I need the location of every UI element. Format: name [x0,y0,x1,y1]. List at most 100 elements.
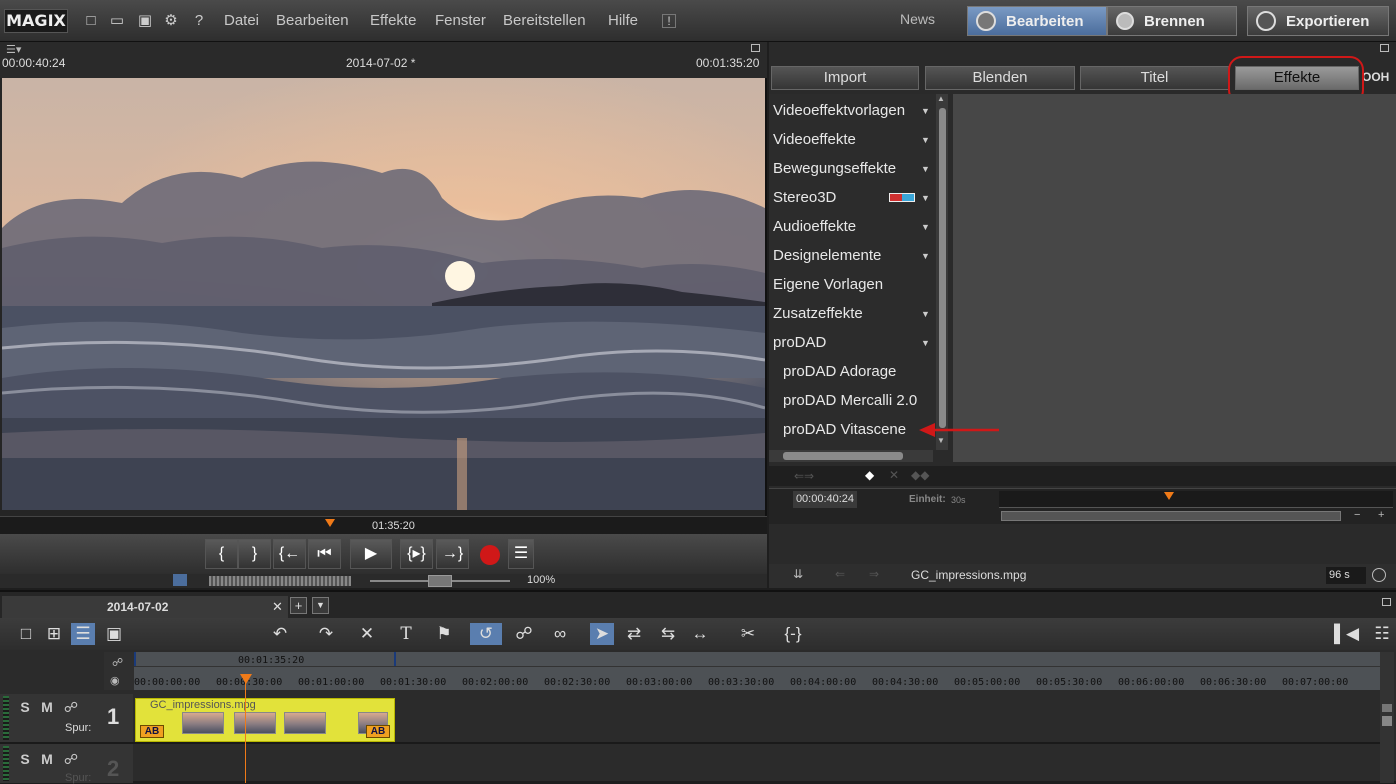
expand-icon[interactable]: ▼ [921,222,930,232]
keyframe-playhead[interactable] [1164,492,1174,500]
video-frame[interactable] [2,78,765,510]
cut-tool-icon[interactable]: ✂ [736,623,760,645]
timeline-view-icon[interactable]: ☰ [71,623,95,645]
item-prodad-adorage[interactable]: proDAD Adorage [783,363,896,380]
title-icon[interactable]: T [394,623,418,645]
more-tabs-icon[interactable]: OOH [1362,70,1389,84]
play-button[interactable]: ▶ [350,539,392,569]
multicam-view-icon[interactable]: ▣ [102,623,126,645]
play-range-button[interactable]: {▸} [400,539,433,569]
delete-keyframe-icon[interactable]: ✕ [889,468,899,482]
next-marker-button[interactable]: →} [436,539,469,569]
prev-keyframe-icon[interactable]: ⇐⇒ [794,469,814,483]
vscroll-thumb[interactable] [1382,716,1392,726]
category-eigene-vorlagen[interactable]: Eigene Vorlagen [773,276,883,293]
help-cursor-icon[interactable]: ? [190,11,208,31]
prev-marker-button[interactable]: {← [273,539,306,569]
pointer-tool-icon[interactable]: ➤ [590,623,614,645]
info-icon[interactable]: ! [662,14,676,28]
keyframe-scrollbar[interactable] [1001,511,1341,521]
solo-button[interactable]: S [16,750,34,768]
marker-icon[interactable]: ⚑ [432,623,456,645]
project-tab[interactable]: 2014-07-02 ✕ [2,596,288,618]
list-scrollbar-thumb[interactable] [939,108,946,428]
mode-burn-button[interactable]: Brennen [1107,6,1237,36]
list-hscrollbar[interactable] [769,450,933,462]
tab-titel[interactable]: Titel [1080,66,1229,90]
zoom-in-icon[interactable]: + [1378,509,1384,521]
maximize-icon[interactable] [1380,44,1389,52]
nav-back-icon[interactable]: ⇐ [835,567,845,581]
add-tab-button[interactable]: + [290,597,307,614]
stretch-tool-icon[interactable]: ↔ [688,623,712,645]
loop-icon[interactable]: ↺ [470,623,502,645]
save-icon[interactable]: ▣ [136,11,154,31]
news-link[interactable]: News [900,11,935,27]
scroll-up-icon[interactable] [1382,704,1392,712]
category-stereo3d[interactable]: Stereo3D [773,189,836,206]
preview-scrubber[interactable]: 01:35:20 [0,516,767,534]
audio-mute-icon[interactable]: ▌◀ [1334,623,1359,645]
add-keyframe-icon[interactable]: ◆ [865,468,874,482]
expand-icon[interactable]: ▼ [921,135,930,145]
keyframe-nav-icon[interactable]: ◆◆ [911,468,929,482]
nav-forward-icon[interactable]: ⇒ [869,567,879,581]
new-file-icon[interactable]: □ [82,11,100,31]
expand-icon[interactable]: ▼ [921,106,930,116]
keyframe-ruler[interactable] [999,491,1393,508]
hscroll-thumb[interactable] [783,452,903,460]
expand-icon[interactable]: ▼ [921,164,930,174]
maximize-icon[interactable] [1382,598,1391,606]
mode-export-button[interactable]: Exportieren [1247,6,1389,36]
clock-icon[interactable] [1372,568,1386,582]
redo-icon[interactable]: ↷ [314,623,338,645]
collapse-icon[interactable]: ▼ [921,338,930,348]
category-videoeffektvorlagen[interactable]: Videoeffektvorlagen [773,102,905,119]
effect-preview-area[interactable] [953,94,1396,462]
panel-menu-icon[interactable]: ☰▾ [6,43,21,56]
timeline-ruler[interactable]: 00:01:35:20 00:00:00:00 00:00:30:00 00:0… [134,652,1380,690]
go-start-button[interactable]: ⏮ [308,539,341,569]
menu-effekte[interactable]: Effekte [370,12,416,29]
open-folder-icon[interactable]: ▭ [108,11,126,31]
link-icon[interactable]: ☍ [512,623,536,645]
jog-wheel[interactable] [209,576,351,586]
expand-icon[interactable]: ▼ [921,251,930,261]
menu-fenster[interactable]: Fenster [435,12,486,29]
expand-icon[interactable]: ▼ [921,193,930,203]
category-designelemente[interactable]: Designelemente [773,247,881,264]
scroll-up-icon[interactable]: ▲ [937,94,945,103]
tab-blenden[interactable]: Blenden [925,66,1075,90]
category-prodad[interactable]: proDAD [773,334,826,351]
transition-out-badge[interactable]: AB [366,725,390,738]
maximize-icon[interactable] [751,44,760,52]
menu-bearbeiten[interactable]: Bearbeiten [276,12,349,29]
category-audioeffekte[interactable]: Audioeffekte [773,218,856,235]
flash-icon[interactable] [173,574,187,586]
menu-datei[interactable]: Datei [224,12,259,29]
category-bewegungseffekte[interactable]: Bewegungseffekte [773,160,896,177]
timeline-playhead-marker[interactable] [240,674,252,684]
ripple-all-tool-icon[interactable]: ⇆ [656,623,680,645]
mixer-icon[interactable]: ☷ [1370,623,1394,645]
timeline-vscrollbar[interactable] [1380,652,1394,783]
mode-edit-button[interactable]: Bearbeiten [967,6,1107,36]
close-tab-icon[interactable]: ✕ [272,599,283,615]
menu-list-button[interactable]: ☰ [508,539,534,569]
menu-bereitstellen[interactable]: Bereitstellen [503,12,586,29]
expand-icon[interactable]: ▼ [921,309,930,319]
mute-button[interactable]: M [38,750,56,768]
undo-icon[interactable]: ↶ [268,623,292,645]
zoom-level[interactable]: 100% [527,574,555,586]
unlock-icon[interactable]: ☍ [112,656,123,669]
set-in-point-button[interactable]: { [205,539,238,569]
set-out-point-button[interactable]: } [238,539,271,569]
duration-field[interactable]: 96 s [1326,567,1366,584]
item-prodad-vitascene[interactable]: proDAD Vitascene [783,421,906,438]
record-button[interactable] [480,545,500,565]
lock-icon[interactable]: ☍ [62,698,80,716]
item-prodad-mercalli[interactable]: proDAD Mercalli 2.0 [783,392,917,409]
category-videoeffekte[interactable]: Videoeffekte [773,131,856,148]
zoom-out-icon[interactable]: − [1354,509,1360,521]
unlink-icon[interactable]: ∞ [548,623,572,645]
